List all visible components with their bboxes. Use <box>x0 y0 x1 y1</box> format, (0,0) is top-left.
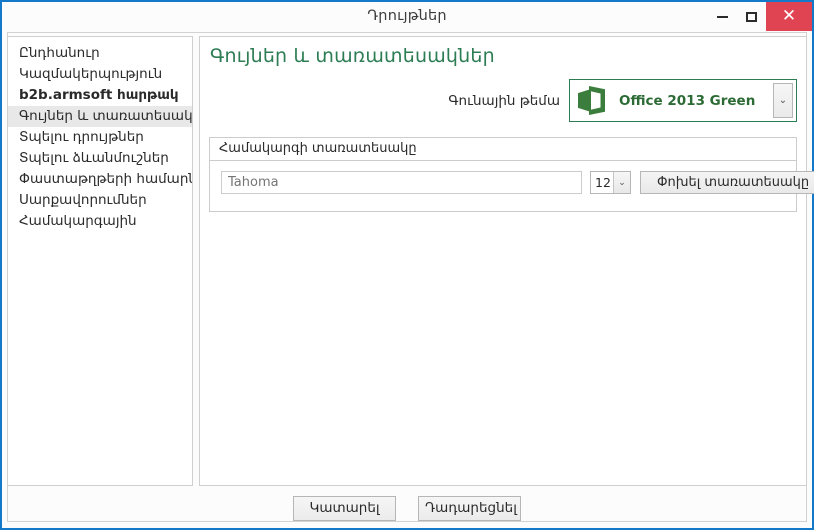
theme-combobox[interactable]: Office 2013 Green ⌄ <box>569 79 797 122</box>
maximize-button[interactable] <box>737 2 766 31</box>
close-icon: ✕ <box>781 6 797 26</box>
minimize-icon <box>717 15 728 18</box>
ok-button[interactable]: Կատարել <box>293 495 396 521</box>
sidebar-item-colors-and-fonts[interactable]: Գույներ և տառատեսակներ <box>8 106 192 127</box>
maximize-icon <box>746 11 757 22</box>
sidebar-item-organization[interactable]: Կազմակերպություն <box>8 64 192 85</box>
page-title: Գույներ և տառատեսակներ <box>210 45 495 67</box>
options-window: Դրույթներ ✕ Ընդհանուր Կազմակերպություն b… <box>0 0 814 530</box>
client-area: Ընդհանուր Կազմակերպություն b2b.armsoft հ… <box>2 31 814 528</box>
window-controls: ✕ <box>708 2 812 31</box>
system-font-groupbox: Համակարգի տառատեսակը 12 ⌄ Փոխել տառատեսա… <box>209 137 814 212</box>
office-logo-icon <box>578 86 605 115</box>
sidebar-item-system[interactable]: Համակարգային <box>8 211 192 232</box>
settings-content-pane: Գույներ և տառատեսակներ Գունային թեմա Off… <box>199 36 814 486</box>
sidebar-item-b2b-armsoft[interactable]: b2b.armsoft հարթակ <box>8 85 192 106</box>
sidebar-item-general[interactable]: Ընդհանուր <box>8 43 192 64</box>
theme-combobox-value: Office 2013 Green <box>619 92 756 109</box>
dialog-footer: Կատարել Դադարեցնել <box>2 491 812 525</box>
theme-combobox-face[interactable]: Office 2013 Green <box>570 80 773 121</box>
theme-label: Գունային թեմա <box>448 92 560 109</box>
font-size-value: 12 <box>595 175 611 190</box>
sidebar-item-print-templates[interactable]: Տպելու ձևանմուշներ <box>8 148 192 169</box>
system-font-groupbox-title: Համակարգի տառատեսակը <box>210 138 796 161</box>
close-button[interactable]: ✕ <box>766 2 812 31</box>
system-font-input[interactable] <box>221 171 582 194</box>
settings-sidebar: Ընդհանուր Կազմակերպություն b2b.armsoft հ… <box>7 36 193 486</box>
system-font-groupbox-body: 12 ⌄ Փոխել տառատեսակը <box>210 161 814 194</box>
title-bar[interactable]: Դրույթներ ✕ <box>2 2 812 31</box>
chevron-down-icon[interactable]: ⌄ <box>613 172 630 193</box>
font-size-combobox[interactable]: 12 ⌄ <box>590 171 631 194</box>
sidebar-item-document-numbers[interactable]: Փաստաթղթերի համարներ <box>8 169 192 190</box>
chevron-down-icon[interactable]: ⌄ <box>773 83 793 118</box>
sidebar-item-devices[interactable]: Սարքավորումներ <box>8 190 192 211</box>
window-title: Դրույթներ <box>367 8 447 24</box>
sidebar-item-print-settings[interactable]: Տպելու դրույթներ <box>8 127 192 148</box>
theme-row: Գունային թեմա Office 2013 Green ⌄ <box>448 79 797 122</box>
change-font-button[interactable]: Փոխել տառատեսակը <box>640 171 814 194</box>
minimize-button[interactable] <box>708 2 737 31</box>
cancel-button[interactable]: Դադարեցնել <box>418 495 521 521</box>
